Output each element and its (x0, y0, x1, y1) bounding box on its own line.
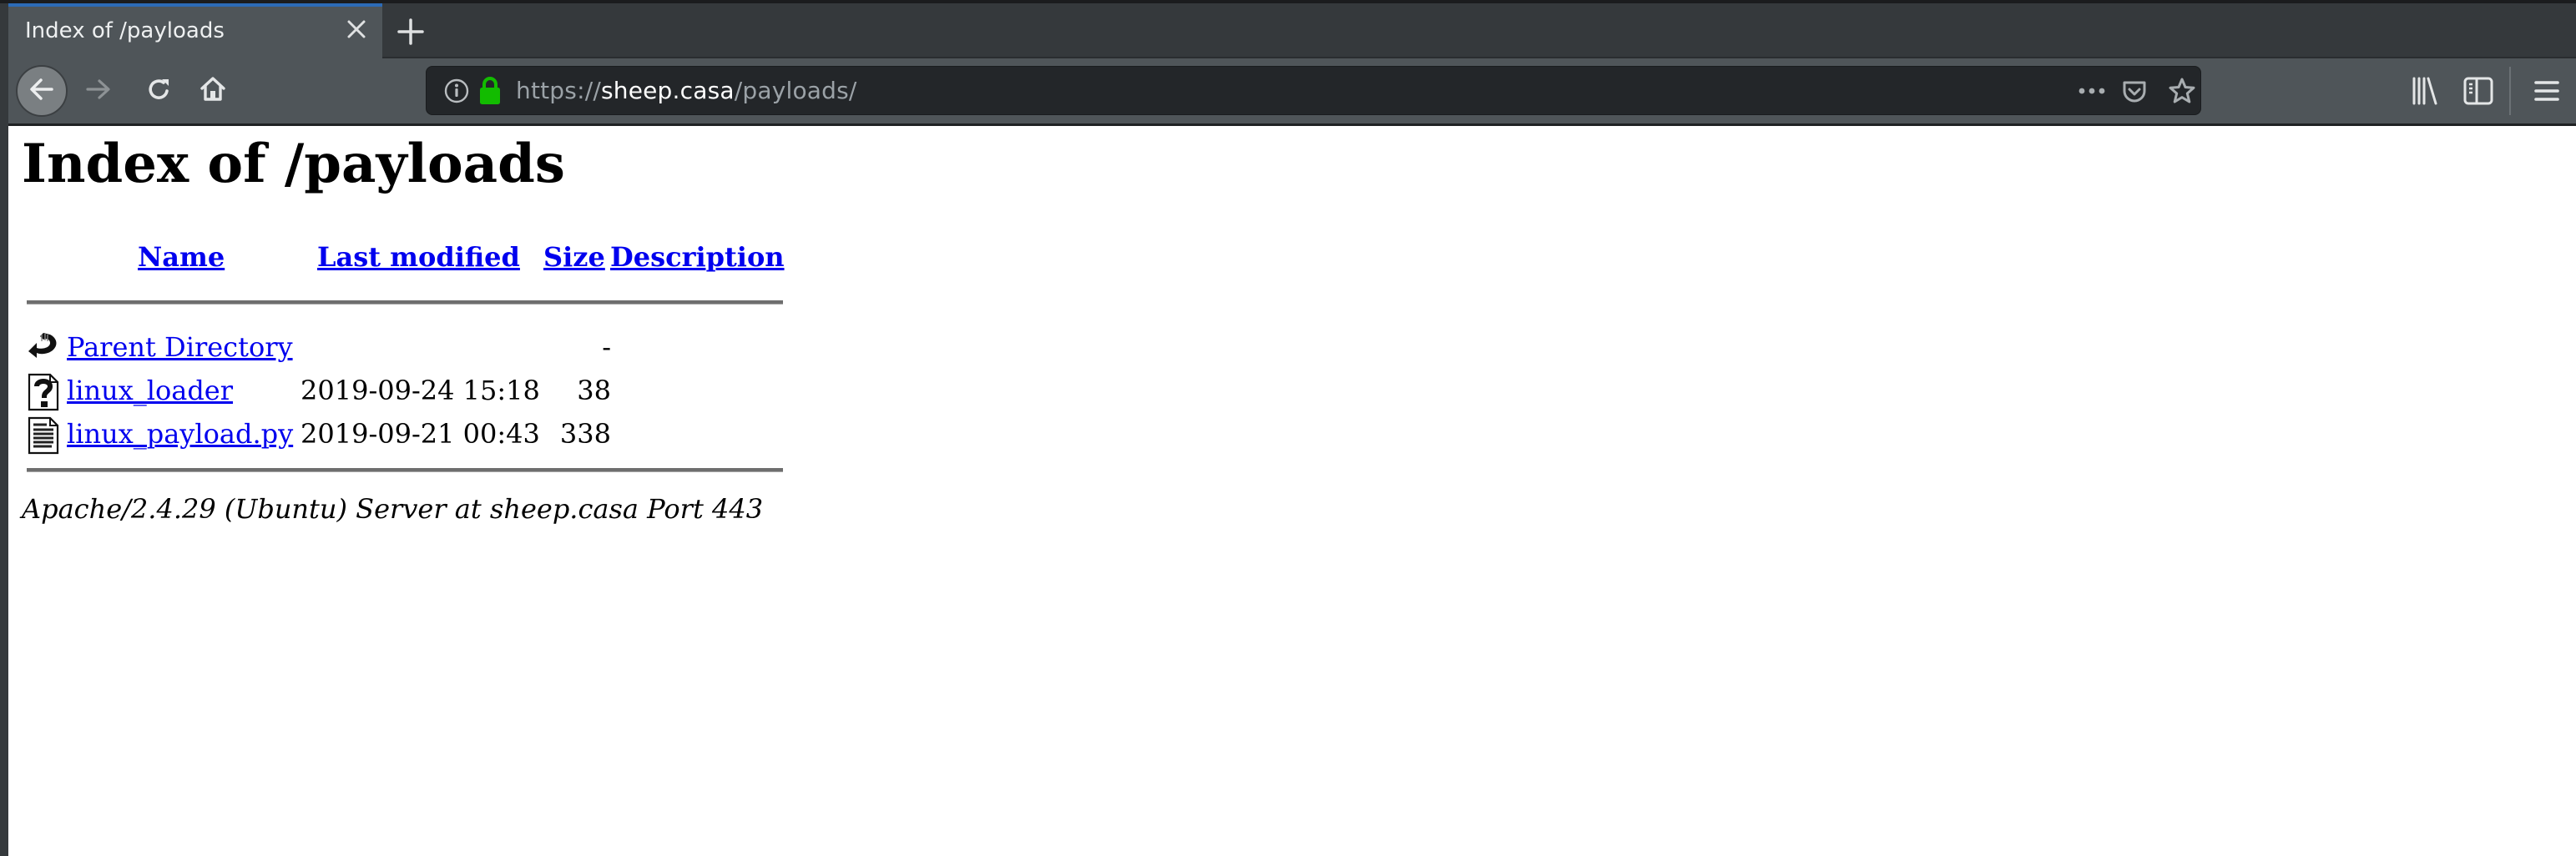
navigation-toolbar: https://sheep.casa/payloads/ (8, 58, 2576, 126)
library-icon[interactable] (2409, 75, 2441, 110)
tab-title: Index of /payloads (25, 18, 225, 43)
url-text[interactable]: https://sheep.casa/payloads/ (516, 77, 857, 104)
file-size: - (602, 331, 611, 363)
info-icon[interactable] (443, 78, 470, 108)
text-file-icon (27, 416, 60, 455)
sidebar-icon[interactable] (2462, 75, 2494, 110)
home-button[interactable] (194, 58, 232, 123)
file-link[interactable]: Parent Directory (67, 331, 293, 363)
arrow-left-icon (27, 74, 57, 108)
file-size: 38 (577, 375, 611, 406)
arrow-right-icon (84, 75, 113, 107)
server-signature: Apache/2.4.29 (Ubuntu) Server at sheep.c… (22, 493, 764, 525)
ellipsis-icon[interactable] (2075, 79, 2109, 106)
pocket-icon[interactable] (2121, 78, 2148, 108)
divider (27, 468, 783, 472)
table-row: linux_payload.py 2019-09-21 00:43 338 (22, 416, 790, 461)
lock-icon[interactable] (478, 76, 502, 109)
star-icon[interactable] (2168, 77, 2196, 108)
table-row: linux_loader 2019-09-24 15:18 38 (22, 373, 790, 418)
tab-bar: Index of /payloads (0, 3, 2576, 58)
last-modified: 2019-09-21 00:43 (301, 418, 540, 450)
page-content: Index of /payloads Name Last modified Si… (8, 126, 2576, 856)
hamburger-menu-icon[interactable] (2531, 75, 2563, 110)
forward-button[interactable] (80, 58, 117, 123)
home-icon (199, 75, 227, 107)
tab-active[interactable]: Index of /payloads (8, 3, 382, 58)
table-row: Parent Directory - (22, 331, 790, 375)
url-bar[interactable]: https://sheep.casa/payloads/ (426, 66, 2201, 115)
url-path: /payloads/ (734, 77, 857, 104)
divider (27, 300, 783, 305)
file-link[interactable]: linux_loader (67, 375, 233, 406)
window-left-edge (0, 3, 8, 856)
column-header-description[interactable]: Description (610, 241, 785, 273)
column-header-name[interactable]: Name (138, 241, 225, 273)
plus-icon[interactable] (394, 15, 427, 48)
close-icon[interactable] (342, 15, 371, 43)
toolbar-separator (2509, 67, 2511, 115)
back-button[interactable] (12, 58, 72, 123)
unknown-file-icon (27, 373, 60, 411)
column-header-last-modified[interactable]: Last modified (317, 241, 520, 273)
file-size: 338 (559, 418, 611, 450)
file-link[interactable]: linux_payload.py (67, 418, 293, 450)
reload-icon (145, 75, 174, 107)
last-modified: 2019-09-24 15:18 (301, 375, 540, 406)
reload-button[interactable] (140, 58, 179, 123)
column-header-size[interactable]: Size (543, 241, 605, 273)
page-title: Index of /payloads (22, 133, 565, 195)
url-scheme: https:// (516, 77, 601, 104)
back-folder-icon (27, 330, 60, 368)
url-host: sheep.casa (600, 77, 735, 104)
